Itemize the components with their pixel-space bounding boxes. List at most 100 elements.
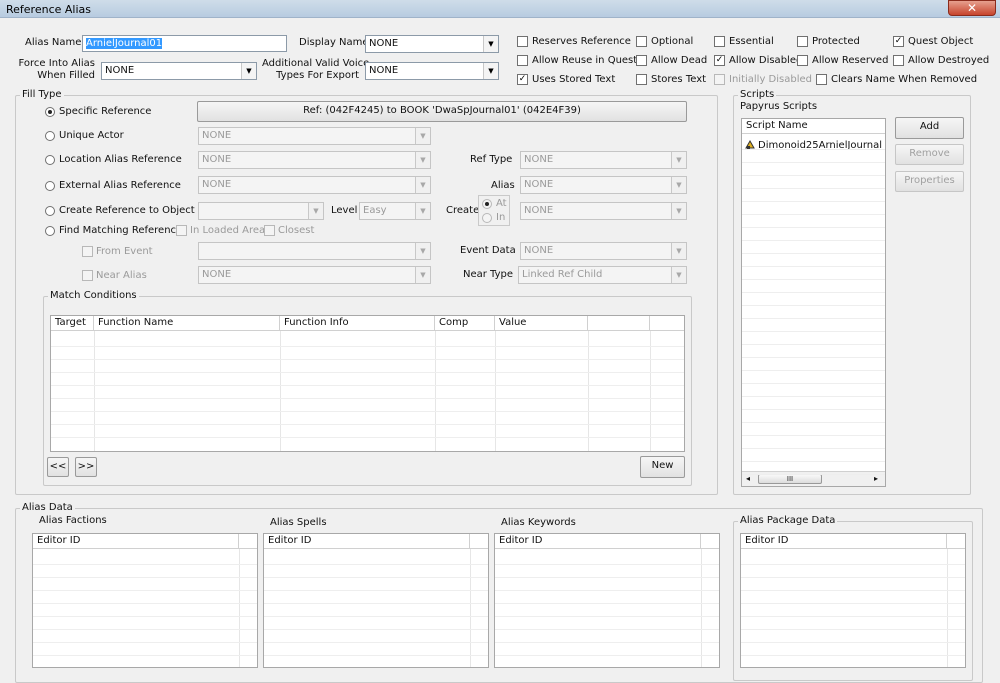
new-condition-button[interactable]: New (640, 456, 685, 478)
create-reference-radio[interactable] (45, 206, 55, 216)
row-gridline (264, 577, 488, 578)
near-type-label: Near Type (463, 269, 514, 280)
row-gridline (742, 214, 885, 215)
row-gridline (264, 616, 488, 617)
row-gridline (742, 448, 885, 449)
near-alias-select[interactable]: NONE ▼ (198, 266, 431, 284)
scripts-title: Scripts (738, 89, 777, 101)
force-into-alias-select[interactable]: NONE ▼ (101, 62, 257, 80)
row-gridline (742, 474, 885, 475)
column-header-editor-id[interactable]: Editor ID (495, 534, 701, 548)
column-header-value[interactable]: Value (495, 316, 588, 330)
allow-dead-checkbox[interactable] (636, 55, 647, 66)
event-data-select[interactable]: NONE ▼ (520, 242, 687, 260)
title-bar: Reference Alias (0, 0, 1000, 18)
row-gridline (741, 564, 965, 565)
unique-actor-radio[interactable] (45, 131, 55, 141)
location-alias-reference-radio[interactable] (45, 155, 55, 165)
ref-type-select[interactable]: NONE ▼ (520, 151, 687, 169)
voice-types-select[interactable]: NONE ▼ (365, 62, 499, 80)
external-alias-reference-radio[interactable] (45, 181, 55, 191)
protected-checkbox[interactable] (797, 36, 808, 47)
add-script-button[interactable]: Add (895, 117, 964, 139)
create-location-select[interactable]: NONE ▼ (520, 202, 687, 220)
allow-destroyed-checkbox[interactable] (893, 55, 904, 66)
column-header-script-name[interactable]: Script Name (742, 119, 885, 133)
column-header-function-name[interactable]: Function Name (94, 316, 280, 330)
specific-reference-radio[interactable] (45, 107, 55, 117)
row-gridline (33, 655, 257, 656)
column-header-function-info[interactable]: Function Info (280, 316, 435, 330)
unique-actor-select[interactable]: NONE ▼ (198, 127, 431, 145)
column-header-comp[interactable]: Comp (435, 316, 495, 330)
from-event-checkbox[interactable] (82, 246, 93, 257)
row-gridline (51, 372, 684, 373)
location-alias-select[interactable]: NONE ▼ (198, 151, 431, 169)
essential-checkbox[interactable] (714, 36, 725, 47)
clears-name-checkbox[interactable] (816, 74, 827, 85)
allow-disabled-checkbox[interactable]: ✓ (714, 55, 725, 66)
column-divider (94, 331, 95, 451)
external-alias-select[interactable]: NONE ▼ (198, 176, 431, 194)
properties-button[interactable]: Properties (895, 171, 964, 192)
create-in-label: In (496, 212, 506, 223)
find-matching-radio[interactable] (45, 226, 55, 236)
row-gridline (495, 629, 719, 630)
near-alias-checkbox[interactable] (82, 270, 93, 281)
column-divider (435, 331, 436, 451)
row-gridline (742, 435, 885, 436)
alias-select[interactable]: NONE ▼ (520, 176, 687, 194)
alias-keywords-list[interactable]: Editor ID (494, 533, 720, 668)
create-in-radio[interactable] (482, 213, 492, 223)
in-loaded-area-checkbox[interactable] (176, 225, 187, 236)
remove-script-button[interactable]: Remove (895, 144, 964, 165)
display-name-select[interactable]: NONE ▼ (365, 35, 499, 53)
next-page-button[interactable]: >> (75, 457, 97, 477)
column-header-editor-id[interactable]: Editor ID (741, 534, 947, 548)
uses-stored-text-checkbox[interactable]: ✓ (517, 74, 528, 85)
allow-reuse-checkbox[interactable] (517, 55, 528, 66)
prev-page-button[interactable]: << (47, 457, 69, 477)
row-gridline (742, 162, 885, 163)
scroll-thumb[interactable]: III (758, 474, 822, 484)
quest-object-checkbox[interactable]: ✓ (893, 36, 904, 47)
closest-checkbox[interactable] (264, 225, 275, 236)
allow-reserved-checkbox[interactable] (797, 55, 808, 66)
create-at-radio[interactable] (482, 199, 492, 209)
force-into-alias-label: Force Into Alias When Filled (18, 58, 95, 81)
row-gridline (742, 266, 885, 267)
reserves-reference-checkbox[interactable] (517, 36, 528, 47)
stores-text-checkbox[interactable] (636, 74, 647, 85)
ref-select-button[interactable]: Ref: (042F4245) to BOOK 'DwaSpJournal01'… (197, 101, 687, 122)
alias-factions-list[interactable]: Editor ID (32, 533, 258, 668)
specific-reference-label: Specific Reference (59, 106, 152, 117)
from-event-select[interactable]: ▼ (198, 242, 431, 260)
create-object-select[interactable]: ▼ (198, 202, 324, 220)
allow-reserved-label: Allow Reserved (812, 55, 889, 66)
column-header-editor-id[interactable]: Editor ID (264, 534, 470, 548)
alias-name-input[interactable]: ArnielJournal01 (82, 35, 287, 52)
alias-spells-list[interactable]: Editor ID (263, 533, 489, 668)
conditions-table[interactable]: Target Function Name Function Info Comp … (50, 315, 685, 452)
clears-name-label: Clears Name When Removed (831, 74, 978, 85)
row-gridline (742, 240, 885, 241)
uses-stored-text-label: Uses Stored Text (532, 74, 616, 85)
column-header-target[interactable]: Target (51, 316, 94, 330)
list-item[interactable]: Dimonoid25ArnielJournal (745, 139, 885, 153)
row-gridline (742, 344, 885, 345)
scripts-list[interactable]: Script Name Dimonoid25ArnielJournal ◂ II… (741, 118, 886, 487)
column-divider (588, 331, 589, 451)
column-header-extra[interactable] (588, 316, 650, 330)
level-select[interactable]: Easy ▼ (359, 202, 431, 220)
close-button[interactable]: ✕ (948, 0, 996, 16)
column-header-editor-id[interactable]: Editor ID (33, 534, 239, 548)
alias-data-title: Alias Data (20, 502, 75, 514)
location-alias-reference-label: Location Alias Reference (59, 154, 182, 165)
chevron-down-icon: ▼ (415, 152, 430, 168)
alias-package-data-list[interactable]: Editor ID (740, 533, 966, 668)
allow-reuse-label: Allow Reuse in Quest (532, 55, 638, 66)
near-type-select[interactable]: Linked Ref Child ▼ (518, 266, 687, 284)
optional-checkbox[interactable] (636, 36, 647, 47)
initially-disabled-checkbox[interactable] (714, 74, 725, 85)
row-gridline (742, 409, 885, 410)
